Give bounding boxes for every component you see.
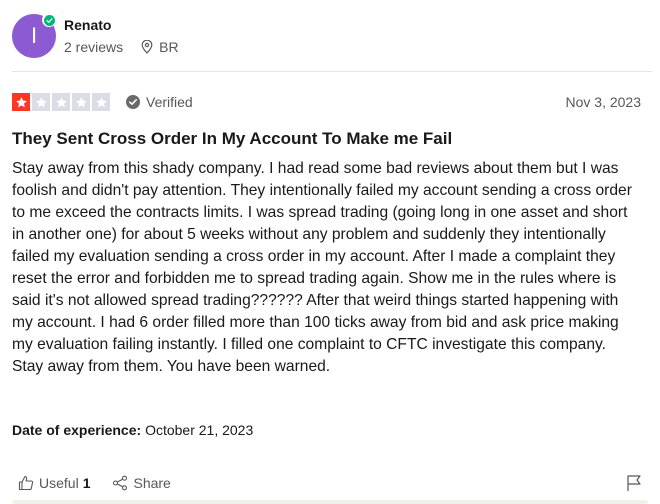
location-code: BR	[159, 39, 179, 55]
review-actions: Useful 1 Share	[18, 472, 642, 494]
rating-row: Verified Nov 3, 2023	[12, 92, 641, 112]
reviewer-header: I Renato 2 reviews BR	[12, 13, 652, 60]
verified-badge-icon	[42, 13, 56, 27]
review-date: Nov 3, 2023	[565, 94, 642, 110]
star-rating	[12, 93, 110, 111]
avatar-initial: I	[30, 23, 38, 48]
report-flag-button[interactable]	[626, 474, 642, 492]
star-icon	[72, 93, 90, 111]
review-title[interactable]: They Sent Cross Order In My Account To M…	[12, 129, 452, 149]
star-icon	[52, 93, 70, 111]
reviews-count: 2 reviews	[64, 39, 124, 55]
thumbs-up-icon	[18, 475, 34, 491]
verified-label[interactable]: Verified	[126, 94, 193, 110]
review-body: Stay away from this shady company. I had…	[12, 160, 632, 375]
location-pin-icon	[141, 40, 153, 54]
experience-date: October 21, 2023	[145, 422, 254, 438]
useful-label: Useful	[39, 475, 79, 491]
verified-text: Verified	[146, 94, 193, 110]
reviewer-meta: 2 reviews BR	[64, 39, 179, 55]
bottom-divider	[12, 500, 648, 504]
divider	[12, 71, 652, 72]
experience-label: Date of experience:	[12, 422, 142, 438]
star-icon	[12, 93, 30, 111]
useful-count: 1	[82, 475, 91, 491]
flag-icon	[627, 475, 641, 491]
check-circle-icon	[126, 95, 140, 109]
reviewer-location: BR	[141, 39, 179, 55]
share-label: Share	[133, 475, 171, 491]
star-icon	[92, 93, 110, 111]
reviewer-name[interactable]: Renato	[64, 17, 111, 33]
date-of-experience: Date of experience: October 21, 2023	[12, 422, 253, 438]
star-icon	[32, 93, 50, 111]
useful-button[interactable]: Useful 1	[18, 475, 90, 491]
share-icon	[113, 475, 128, 491]
share-button[interactable]: Share	[112, 475, 171, 491]
